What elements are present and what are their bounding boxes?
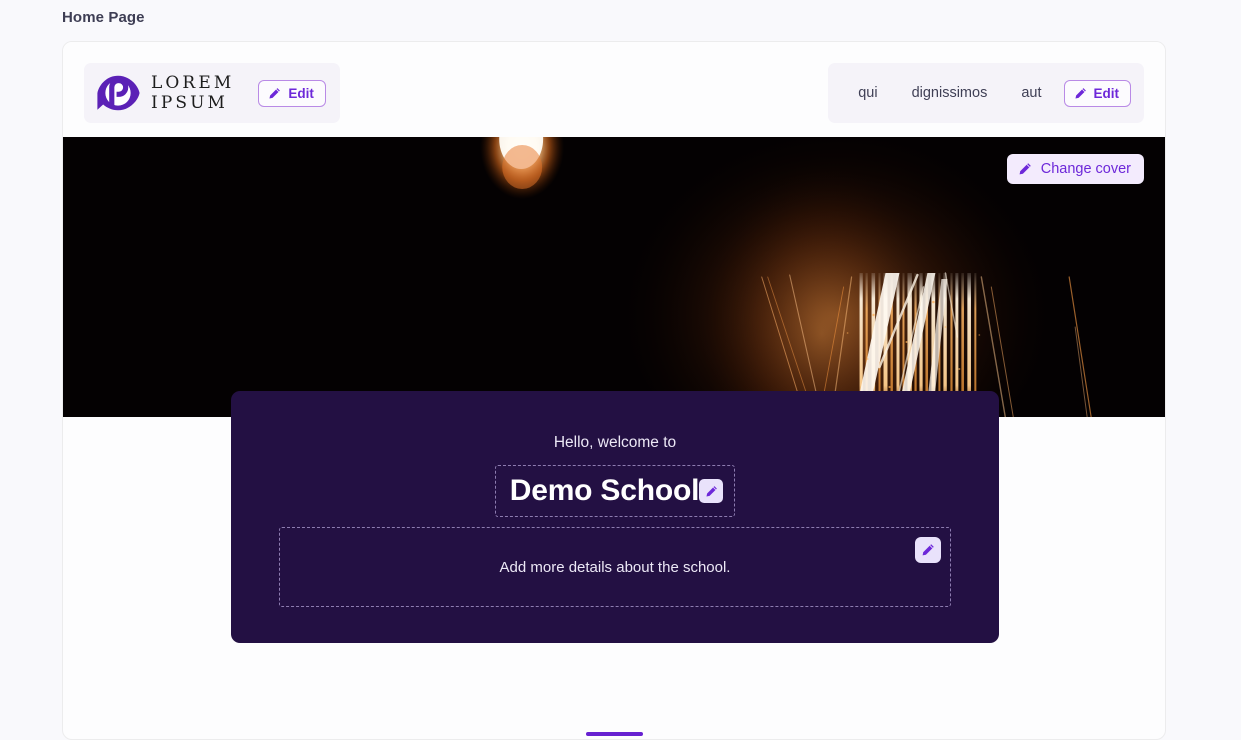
hero-welcome-panel: Hello, welcome to Demo School Add more d… — [231, 391, 999, 643]
section-divider — [585, 732, 643, 736]
page-title: Home Page — [62, 9, 145, 26]
nav-edit-button[interactable]: Edit — [1063, 79, 1131, 107]
school-name-editable-field[interactable]: Demo School — [494, 465, 736, 517]
site-nav: qui dignissimos aut Edit — [828, 63, 1144, 123]
nav-edit-button-label: Edit — [1093, 85, 1120, 101]
lorem-ipsum-eye-logo-icon — [95, 70, 141, 116]
school-description-text: Add more details about the school. — [499, 558, 731, 576]
nav-item-qui[interactable]: qui — [841, 85, 894, 101]
logo-wordmark: LOREM IPSUM — [151, 73, 235, 113]
logo-edit-button-label: Edit — [288, 85, 314, 101]
change-cover-button[interactable]: Change cover — [1006, 154, 1144, 184]
cover-image-area: Change cover — [63, 137, 1165, 417]
school-name: Demo School — [509, 474, 700, 507]
change-cover-button-label: Change cover — [1040, 161, 1131, 177]
logo-block[interactable]: LOREM IPSUM Edit — [84, 63, 340, 123]
cover-photo — [63, 137, 1165, 417]
pencil-icon — [705, 485, 718, 498]
pencil-icon — [268, 87, 281, 100]
school-name-edit-button[interactable] — [699, 479, 724, 503]
pencil-icon — [921, 543, 935, 557]
nav-item-dignissimos[interactable]: dignissimos — [895, 85, 1005, 101]
school-description-edit-button[interactable] — [915, 537, 941, 563]
pencil-icon — [1018, 162, 1032, 176]
site-preview-card: LOREM IPSUM Edit qui dignissimos aut Edi… — [62, 41, 1166, 740]
pencil-icon — [1074, 87, 1087, 100]
nav-item-aut[interactable]: aut — [1004, 85, 1058, 101]
site-topbar: LOREM IPSUM Edit qui dignissimos aut Edi… — [63, 42, 1165, 137]
hero-greeting: Hello, welcome to — [553, 434, 677, 451]
featured-courses-section: Featured Courses — [63, 643, 1165, 739]
logo-edit-button[interactable]: Edit — [258, 79, 326, 107]
school-description-editable-field[interactable]: Add more details about the school. — [279, 527, 951, 607]
